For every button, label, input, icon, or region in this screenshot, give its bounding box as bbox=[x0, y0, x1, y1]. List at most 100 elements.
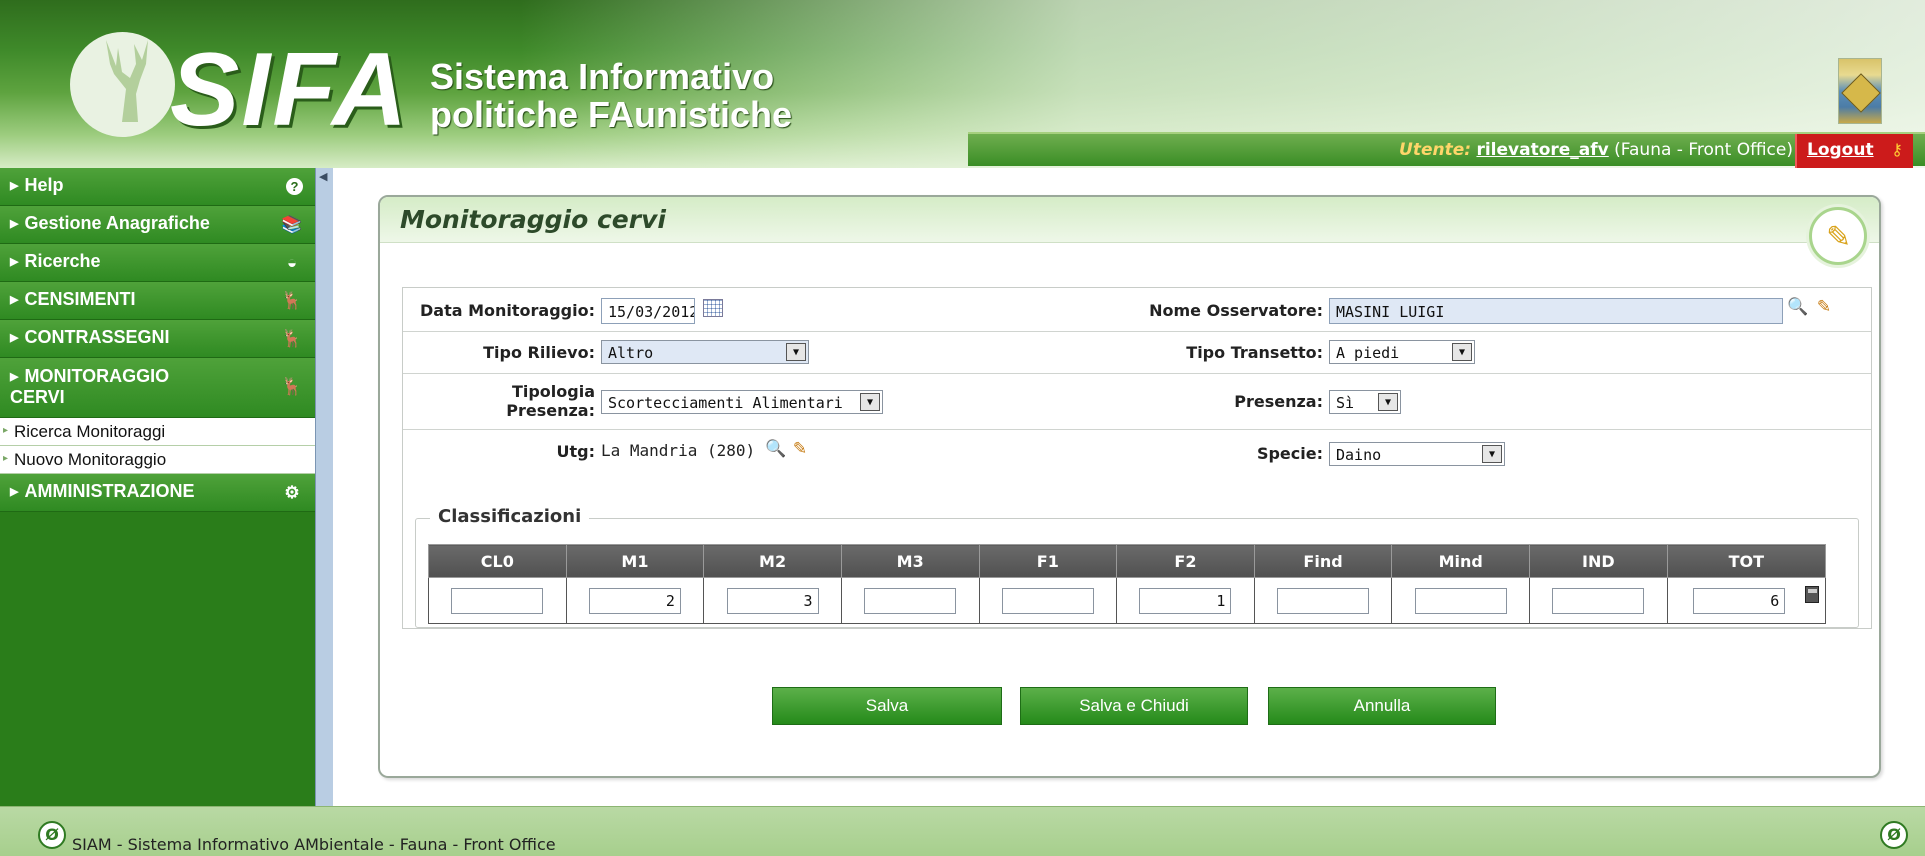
sidebar: ▶ Help ? ▶ Gestione Anagrafiche 📚 ▶ Ricerch… bbox=[0, 168, 315, 806]
edit-icon[interactable]: ✎ bbox=[789, 438, 811, 460]
page-title: Monitoraggio cervi bbox=[400, 205, 666, 234]
app-title: Sistema Informativo politiche FAunistich… bbox=[430, 58, 792, 134]
expand-arrow-icon: ▶ bbox=[10, 332, 19, 344]
tipo-transetto-select[interactable]: A piedi ▼ bbox=[1329, 340, 1475, 364]
column-header: M1 bbox=[565, 544, 705, 578]
chevron-down-icon: ▼ bbox=[1378, 393, 1398, 411]
app-title-line1: Sistema Informativo bbox=[430, 56, 775, 97]
search-bowl-icon: ◒ bbox=[286, 253, 298, 272]
sidebar-item-label-line1: MONITORAGGIO bbox=[24, 366, 170, 386]
sidebar-item-help[interactable]: ▶ Help ? bbox=[0, 168, 315, 206]
user-name-link[interactable]: rilevatore_afv bbox=[1476, 140, 1608, 160]
mind-input[interactable] bbox=[1414, 587, 1507, 614]
tipologia-presenza-select[interactable]: Scortecciamenti Alimentari ▼ bbox=[601, 390, 883, 414]
sidebar-item-ricerche[interactable]: ▶ Ricerche ◒ bbox=[0, 244, 315, 282]
edit-icon[interactable]: ✎ bbox=[1813, 296, 1835, 318]
chevron-down-icon: ▼ bbox=[786, 343, 806, 361]
main-panel: Monitoraggio cervi ✎ Data Monitoraggio: … bbox=[378, 195, 1881, 778]
chevron-down-icon: ▼ bbox=[1452, 343, 1472, 361]
deer-monitor-icon: 🦌 bbox=[281, 377, 303, 396]
nome-osservatore-label: Nome Osservatore: bbox=[1149, 301, 1323, 320]
sidebar-item-contrassegni[interactable]: ▶ CONTRASSEGNI 🦌 bbox=[0, 320, 315, 358]
m1-input[interactable]: 2 bbox=[588, 587, 681, 614]
table-cell bbox=[1529, 577, 1668, 624]
region-crest-icon bbox=[1838, 58, 1882, 124]
table-cell bbox=[978, 577, 1118, 624]
column-header: IND bbox=[1529, 544, 1668, 578]
sidebar-subitem-ricerca-monitoraggi[interactable]: Ricerca Monitoraggi bbox=[0, 418, 315, 446]
logout-button[interactable]: Logout ⚷ bbox=[1795, 134, 1913, 168]
table-cell: 3 bbox=[703, 577, 842, 624]
ind-input[interactable] bbox=[1552, 587, 1645, 614]
cancel-button[interactable]: Annulla bbox=[1268, 687, 1496, 725]
save-button[interactable]: Salva bbox=[772, 687, 1002, 725]
column-header: F1 bbox=[978, 544, 1118, 578]
sidebar-item-label-line2: CERVI bbox=[10, 387, 65, 407]
sidebar-item-label: Gestione Anagrafiche bbox=[24, 213, 210, 233]
tot-input[interactable]: 6 bbox=[1693, 587, 1786, 614]
sidebar-subitem-label: Nuovo Monitoraggio bbox=[14, 450, 167, 469]
data-monitoraggio-label: Data Monitoraggio: bbox=[420, 301, 595, 320]
sidebar-item-label: Help bbox=[24, 175, 64, 195]
book-icon: 📚 bbox=[281, 215, 303, 234]
tipo-transetto-label: Tipo Transetto: bbox=[1186, 343, 1323, 362]
siam-logo-icon: Ø bbox=[1880, 821, 1908, 849]
table-cell: 1 bbox=[1116, 577, 1255, 624]
tipologia-presenza-label: Tipologia Presenza: bbox=[403, 382, 595, 420]
sidebar-item-label: CENSIMENTI bbox=[24, 289, 136, 309]
app-footer: Ø SIAM - Sistema Informativo AMbientale … bbox=[0, 806, 1925, 856]
sidebar-item-monitoraggio-cervi[interactable]: ▶ MONITORAGGIO CERVI 🦌 bbox=[0, 358, 315, 418]
calendar-icon[interactable] bbox=[703, 299, 723, 317]
table-header-row: CL0 M1 M2 M3 F1 F2 Find Mind IND TOT bbox=[428, 544, 1827, 578]
search-icon[interactable]: 🔍 bbox=[765, 438, 787, 460]
tipologia-presenza-label-line1: Tipologia bbox=[511, 382, 595, 401]
table-cell bbox=[840, 577, 980, 624]
tipologia-presenza-label-line2: Presenza: bbox=[506, 401, 595, 420]
expand-arrow-icon: ▶ bbox=[10, 218, 19, 230]
sidebar-item-gestione-anagrafiche[interactable]: ▶ Gestione Anagrafiche 📚 bbox=[0, 206, 315, 244]
data-monitoraggio-input[interactable]: 15/03/2012 bbox=[601, 298, 695, 324]
presenza-select[interactable]: Sì ▼ bbox=[1329, 390, 1401, 414]
f1-input[interactable] bbox=[1001, 587, 1094, 614]
table-cell bbox=[1391, 577, 1530, 624]
sidebar-subitem-nuovo-monitoraggio[interactable]: Nuovo Monitoraggio bbox=[0, 446, 315, 474]
logo-text: SIFA bbox=[170, 32, 410, 148]
table-row: 2 3 1 6 bbox=[428, 577, 1827, 624]
key-icon: ⚷ bbox=[1891, 140, 1903, 159]
tipo-rilievo-select[interactable]: Altro ▼ bbox=[601, 340, 809, 364]
save-and-close-button[interactable]: Salva e Chiudi bbox=[1020, 687, 1248, 725]
table-cell bbox=[1253, 577, 1393, 624]
column-header: CL0 bbox=[428, 544, 567, 578]
logout-label: Logout bbox=[1807, 140, 1874, 160]
expand-arrow-icon: ▶ bbox=[10, 256, 19, 268]
sidebar-item-censimenti[interactable]: ▶ CENSIMENTI 🦌 bbox=[0, 282, 315, 320]
sidebar-item-label: CONTRASSEGNI bbox=[24, 327, 170, 347]
user-bar: Utente: rilevatore_afv (Fauna - Front Of… bbox=[968, 132, 1925, 168]
m2-input[interactable]: 3 bbox=[726, 587, 819, 614]
column-header: M2 bbox=[703, 544, 842, 578]
user-info: Utente: rilevatore_afv (Fauna - Front Of… bbox=[1399, 140, 1793, 160]
expand-arrow-icon: ▶ bbox=[10, 486, 19, 498]
nome-osservatore-input[interactable]: MASINI LUIGI bbox=[1329, 298, 1783, 324]
f2-input[interactable]: 1 bbox=[1139, 587, 1232, 614]
table-cell bbox=[428, 577, 567, 624]
calculator-icon[interactable] bbox=[1805, 586, 1819, 603]
m3-input[interactable] bbox=[864, 587, 957, 614]
form-row-4: Utg: La Mandria (280) 🔍 ✎ Specie: Daino … bbox=[403, 430, 1871, 474]
sidebar-item-label: Ricerche bbox=[24, 251, 101, 271]
sidebar-item-amministrazione[interactable]: ▶ AMMINISTRAZIONE ⚙ bbox=[0, 474, 315, 512]
specie-value: Daino bbox=[1336, 446, 1382, 464]
deer-icon bbox=[102, 40, 148, 122]
sidebar-collapse-handle[interactable]: ◀ bbox=[315, 168, 333, 806]
sidebar-subitem-label: Ricerca Monitoraggi bbox=[14, 422, 166, 441]
deer-tag-icon: 🦌 bbox=[281, 329, 303, 348]
app-header: SIFA Sistema Informativo politiche FAuni… bbox=[0, 0, 1925, 168]
cl0-input[interactable] bbox=[451, 587, 544, 614]
classificazioni-fieldset: Classificazioni CL0 M1 M2 M3 F1 F2 Find … bbox=[415, 506, 1859, 628]
search-icon[interactable]: 🔍 bbox=[1787, 296, 1809, 318]
table-cell: 2 bbox=[565, 577, 705, 624]
specie-select[interactable]: Daino ▼ bbox=[1329, 442, 1505, 466]
classificazioni-table: CL0 M1 M2 M3 F1 F2 Find Mind IND TOT 2 3… bbox=[428, 544, 1827, 624]
find-input[interactable] bbox=[1277, 587, 1370, 614]
user-label: Utente: bbox=[1399, 140, 1472, 160]
